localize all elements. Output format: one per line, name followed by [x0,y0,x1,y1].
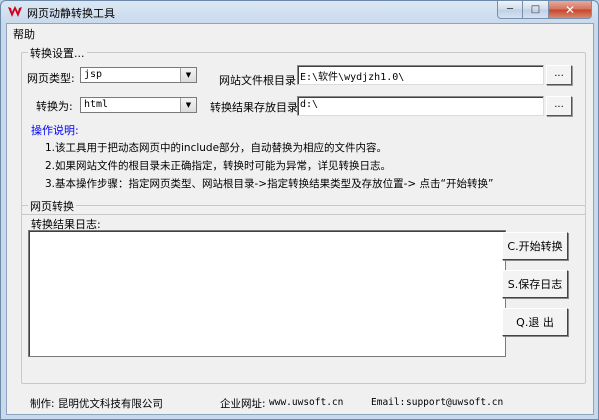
convert-to-select[interactable]: html ▼ [80,97,197,113]
app-logo-icon [7,5,23,19]
output-dir-label: 转换结果存放目录: [210,101,302,114]
convert-to-value: html [84,99,109,110]
site-root-input[interactable]: E:\软件\wydjzh1.0\ [297,65,544,85]
menu-bar: 帮助 [7,24,593,42]
site-root-label: 网站文件根目录: [219,74,300,87]
website-link[interactable]: www.uwsoft.cn [269,397,343,408]
settings-legend: 转换设置... [28,45,87,61]
app-window: 网页动静转换工具 ─ □ ✕ 帮助 转换设置... 网页类型: jsp ▼ 转换… [0,0,599,420]
output-dir-value: d:\ [300,99,319,110]
client-area: 帮助 转换设置... 网页类型: jsp ▼ 转换为: html ▼ 网站文件根… [6,23,594,415]
start-convert-button[interactable]: C.开始转换 [502,232,568,260]
maximize-button[interactable]: □ [523,1,549,19]
instruction-line: 2.如果网站文件的根目录未正确指定，转换时可能为异常，详见转换日志。 [45,160,392,172]
window-title: 网页动静转换工具 [27,7,115,20]
minimize-button[interactable]: ─ [497,1,523,19]
email-link[interactable]: support@uwsoft.cn [406,397,503,408]
page-type-value: jsp [84,69,103,80]
title-bar[interactable]: 网页动静转换工具 ─ □ ✕ [1,1,598,23]
exit-button[interactable]: Q.退 出 [502,308,568,336]
instruction-line: 3.基本操作步骤：指定网页类型、网站根目录->指定转换结果类型及存放位置-> 点… [45,178,494,190]
instruction-line: 1.该工具用于把动态网页中的include部分，自动替换为相应的文件内容。 [45,142,388,154]
site-root-value: E:\软件\wydjzh1.0\ [300,72,405,83]
chevron-down-icon[interactable]: ▼ [180,98,196,112]
browse-output-dir-button[interactable]: ... [546,96,572,116]
save-log-button[interactable]: S.保存日志 [502,270,568,298]
close-button[interactable]: ✕ [549,1,592,19]
browse-site-root-button[interactable]: ... [546,65,572,85]
page-type-select[interactable]: jsp ▼ [80,67,197,83]
conversion-legend: 网页转换 [28,198,76,214]
chevron-down-icon[interactable]: ▼ [180,68,196,82]
output-dir-input[interactable]: d:\ [297,96,544,116]
menu-help[interactable]: 帮助 [13,26,35,42]
log-textarea[interactable] [28,230,506,357]
page-type-label: 网页类型: [27,72,75,85]
website-label: 企业网址: [220,398,266,410]
convert-to-label: 转换为: [36,100,73,113]
instructions-title: 操作说明: [31,124,79,137]
email-label: Email: [371,397,406,408]
maker-text: 制作: 昆明优文科技有限公司 [30,398,163,410]
